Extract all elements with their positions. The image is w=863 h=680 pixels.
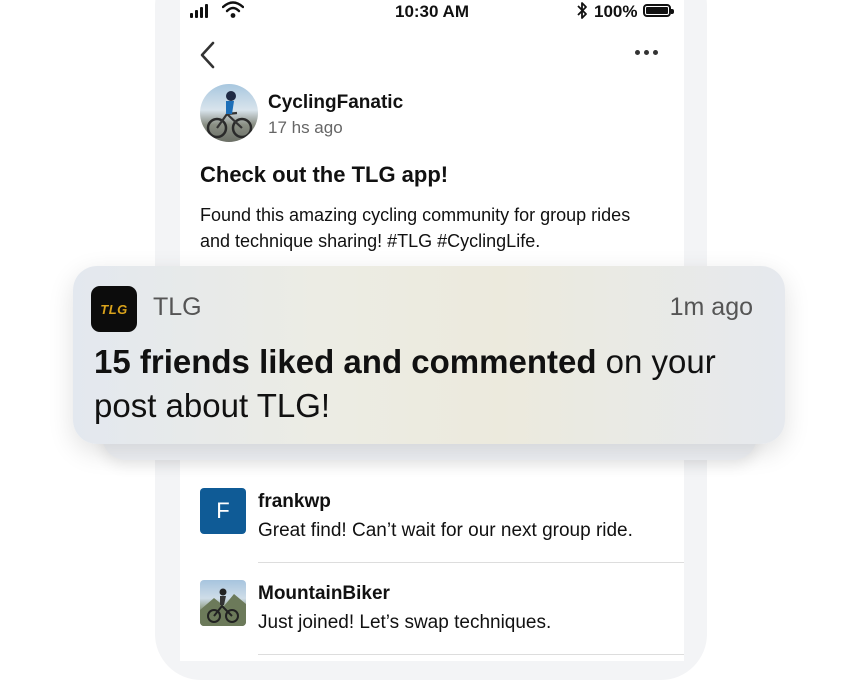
comment-divider: [258, 562, 684, 563]
comment-author[interactable]: MountainBiker: [258, 583, 390, 605]
notification-message: 15 friends liked and commented on your p…: [94, 340, 764, 428]
post-title: Check out the TLG app!: [200, 162, 449, 187]
tlg-app-icon: TLG: [91, 286, 137, 332]
frankwp-avatar[interactable]: F: [200, 488, 246, 534]
notification-time: 1m ago: [669, 293, 753, 321]
app-icon-logo: TLG: [100, 301, 128, 317]
notification-app-name: TLG: [153, 293, 202, 321]
mountainbiker-avatar[interactable]: [200, 580, 246, 626]
post-time: 17 hs ago: [268, 118, 343, 137]
comment-text: Just joined! Let’s swap techniques.: [258, 612, 552, 633]
post-author[interactable]: CyclingFanatic: [268, 92, 403, 114]
notification-message-bold: 15 friends liked and commented: [94, 343, 597, 380]
comment-text: Great find! Can’t wait for our next grou…: [258, 520, 633, 541]
status-bar: 10:30 AM 100%: [180, 0, 684, 24]
more-icon[interactable]: [635, 50, 658, 55]
author-avatar[interactable]: [200, 84, 258, 142]
post-body: Found this amazing cycling community for…: [200, 205, 631, 251]
push-notification[interactable]: TLG TLG 1m ago 15 friends liked and comm…: [73, 266, 785, 444]
comment-author[interactable]: frankwp: [258, 491, 331, 513]
comment-divider: [258, 654, 684, 655]
battery-icon: [643, 4, 674, 17]
battery-percent: 100%: [594, 2, 638, 21]
bluetooth-icon: [577, 2, 587, 19]
back-icon[interactable]: [198, 40, 218, 70]
